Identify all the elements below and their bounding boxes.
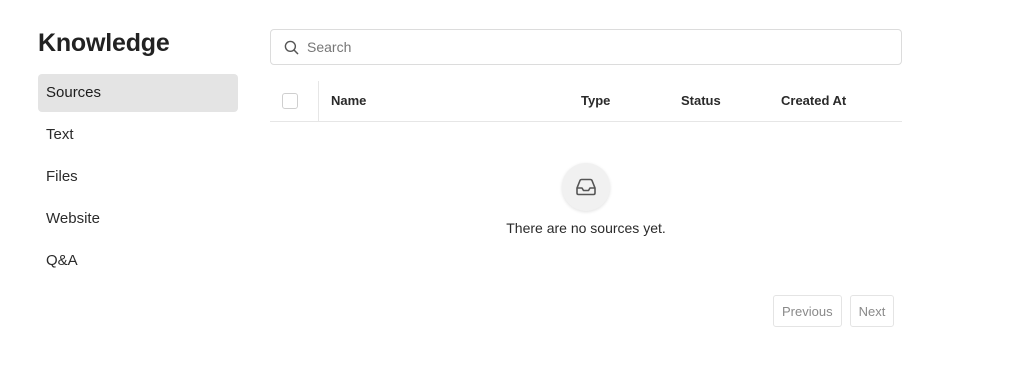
- search-box[interactable]: [270, 29, 902, 65]
- empty-state-message: There are no sources yet.: [506, 220, 666, 236]
- sidebar-item-files[interactable]: Files: [38, 158, 238, 196]
- next-page-button[interactable]: Next: [849, 295, 895, 327]
- empty-state: There are no sources yet.: [270, 122, 902, 242]
- search-icon: [284, 40, 299, 55]
- column-divider: [318, 81, 319, 121]
- sidebar-item-qa[interactable]: Q&A: [38, 242, 238, 280]
- main-content: Name Type Status Created At There are no…: [270, 29, 902, 327]
- inbox-icon: [576, 178, 596, 196]
- search-input[interactable]: [307, 30, 887, 64]
- sidebar-item-sources[interactable]: Sources: [38, 74, 238, 112]
- empty-state-icon-badge: [562, 163, 610, 211]
- sidebar: Knowledge Sources Text Files Website Q&A: [38, 26, 238, 284]
- sidebar-nav: Sources Text Files Website Q&A: [38, 74, 238, 280]
- pagination: Previous Next: [773, 295, 895, 327]
- column-header-type[interactable]: Type: [581, 81, 610, 121]
- sidebar-item-website[interactable]: Website: [38, 200, 238, 238]
- sidebar-item-text[interactable]: Text: [38, 116, 238, 154]
- column-header-created-at[interactable]: Created At: [781, 81, 846, 121]
- table-header: Name Type Status Created At: [270, 81, 902, 122]
- column-header-status[interactable]: Status: [681, 81, 721, 121]
- page-title: Knowledge: [38, 29, 170, 57]
- previous-page-button[interactable]: Previous: [773, 295, 842, 327]
- column-header-name[interactable]: Name: [331, 81, 366, 121]
- select-all-checkbox[interactable]: [282, 93, 298, 109]
- knowledge-page: Knowledge Sources Text Files Website Q&A…: [0, 0, 1019, 387]
